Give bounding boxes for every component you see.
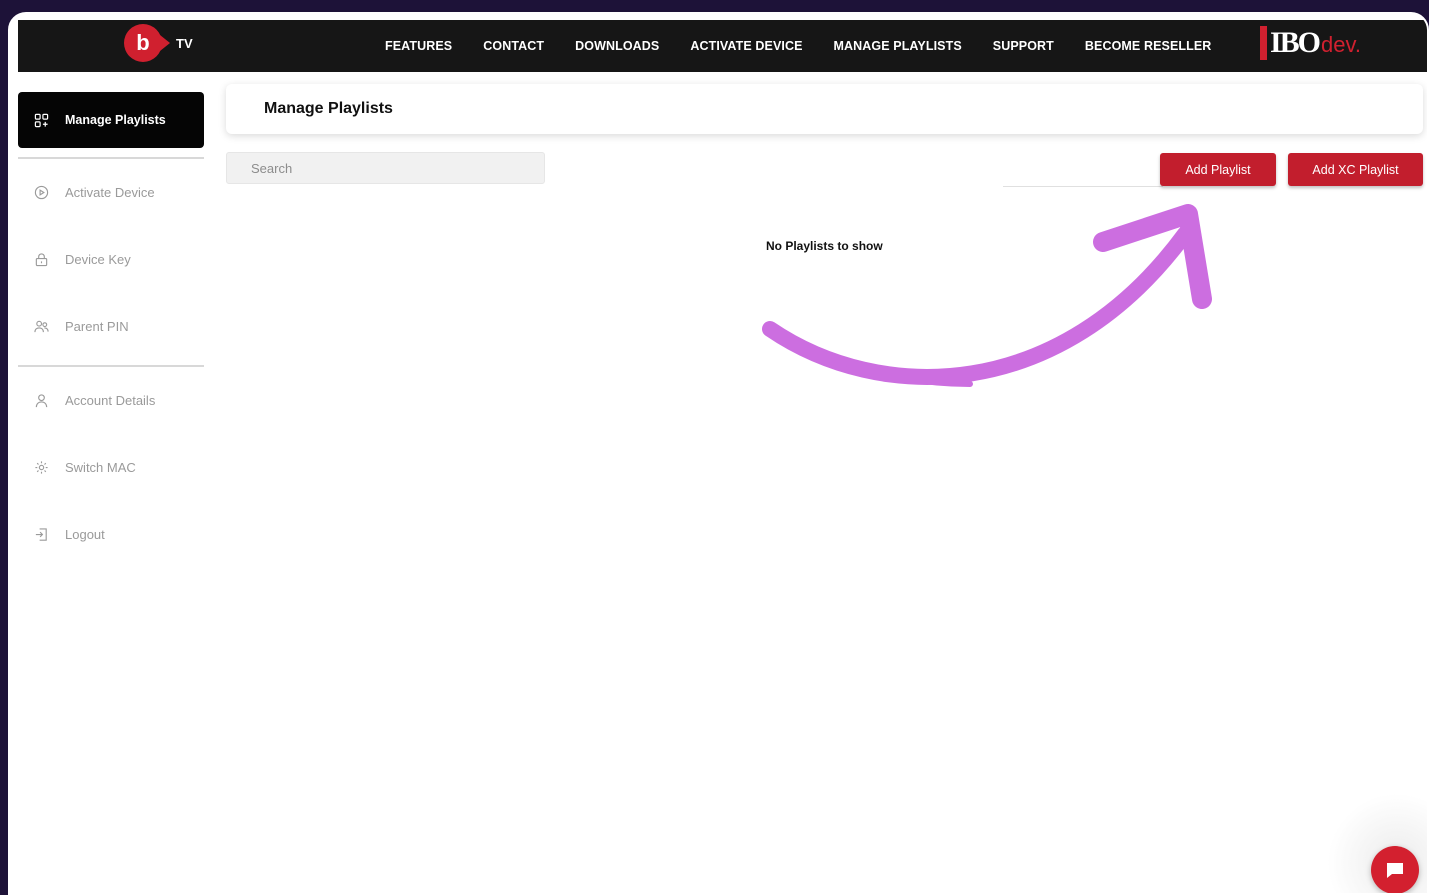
logout-icon [34, 527, 49, 542]
lock-icon [34, 252, 49, 267]
nav-manage-playlists[interactable]: MANAGE PLAYLISTS [834, 39, 962, 53]
sidebar-item-label: Switch MAC [65, 460, 136, 475]
sidebar-item-parent-pin[interactable]: Parent PIN [18, 293, 204, 360]
users-icon [34, 319, 49, 334]
chat-bubble-icon [1387, 863, 1403, 878]
sidebar-item-account-details[interactable]: Account Details [18, 367, 204, 434]
sidebar-item-activate-device[interactable]: Activate Device [18, 159, 204, 226]
add-xc-playlist-button[interactable]: Add XC Playlist [1288, 153, 1423, 186]
sidebar: Manage Playlists Activate Device Device … [18, 92, 204, 568]
app-logo[interactable]: b TV [124, 24, 193, 62]
play-circle-icon [34, 185, 49, 200]
sidebar-item-manage-playlists[interactable]: Manage Playlists [18, 92, 204, 148]
main-nav: FEATURES CONTACT DOWNLOADS ACTIVATE DEVI… [385, 39, 1242, 53]
sidebar-item-label: Device Key [65, 252, 131, 267]
grid-plus-icon [34, 113, 49, 128]
nav-activate-device[interactable]: ACTIVATE DEVICE [690, 39, 802, 53]
sidebar-item-switch-mac[interactable]: Switch MAC [18, 434, 204, 501]
sidebar-item-logout[interactable]: Logout [18, 501, 204, 568]
pointer-arrow-icon [762, 204, 1212, 387]
brand-suffix: dev. [1321, 32, 1361, 57]
logo-badge-icon: b [124, 24, 170, 62]
user-icon [34, 393, 49, 408]
logo-text: TV [176, 35, 193, 51]
sidebar-item-label: Parent PIN [65, 319, 129, 334]
nav-downloads[interactable]: DOWNLOADS [575, 39, 659, 53]
empty-state-message: No Playlists to show [766, 239, 883, 253]
add-playlist-button[interactable]: Add Playlist [1160, 153, 1276, 186]
sidebar-item-label: Manage Playlists [65, 113, 166, 127]
nav-become-reseller[interactable]: BECOME RESELLER [1085, 39, 1212, 53]
top-navbar: b TV FEATURES CONTACT DOWNLOADS ACTIVATE… [18, 20, 1427, 72]
sidebar-item-device-key[interactable]: Device Key [18, 226, 204, 293]
gear-icon [34, 460, 49, 475]
search-input[interactable] [226, 152, 545, 184]
brand-logo[interactable]: IBO dev. [1260, 26, 1361, 60]
sidebar-item-label: Activate Device [65, 185, 155, 200]
nav-contact[interactable]: CONTACT [483, 39, 544, 53]
chat-button[interactable] [1371, 846, 1419, 893]
brand-mark: IBO [1260, 26, 1321, 60]
nav-support[interactable]: SUPPORT [993, 39, 1054, 53]
sidebar-item-label: Account Details [65, 393, 156, 408]
page-title: Manage Playlists [264, 100, 393, 117]
page-header: Manage Playlists [226, 84, 1423, 134]
sidebar-item-label: Logout [65, 527, 105, 542]
app-window: b TV FEATURES CONTACT DOWNLOADS ACTIVATE… [8, 12, 1429, 895]
nav-features[interactable]: FEATURES [385, 39, 452, 53]
toolbar-divider [1003, 186, 1163, 187]
